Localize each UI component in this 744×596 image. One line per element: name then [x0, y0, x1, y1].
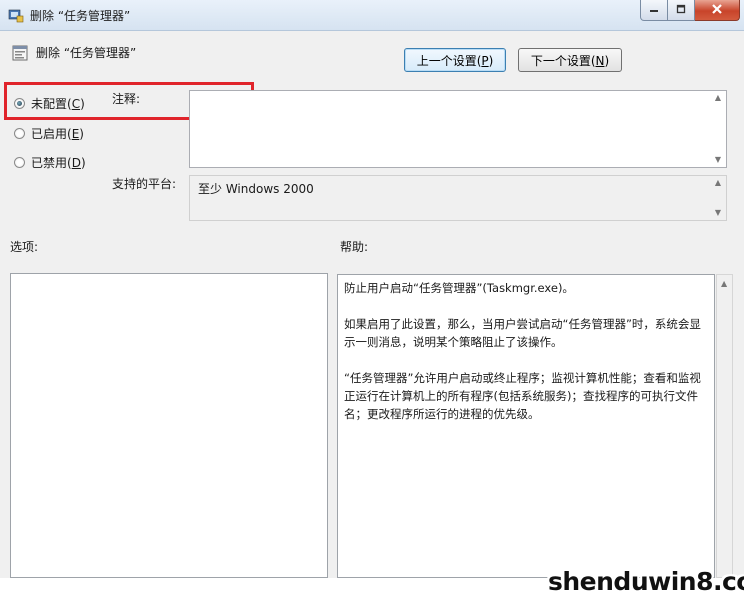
- radio-button[interactable]: [14, 128, 25, 139]
- watermark-text: shenduwin8.com: [548, 567, 744, 596]
- help-scrollbar[interactable]: ▲: [716, 274, 733, 578]
- app-icon: [8, 7, 24, 26]
- help-panel: 防止用户启动“任务管理器”(Taskmgr.exe)。 如果启用了此设置，那么，…: [337, 274, 715, 578]
- radio-label: 已禁用(D): [31, 156, 86, 170]
- radio-disabled[interactable]: 已禁用(D): [14, 154, 86, 171]
- help-label: 帮助:: [340, 240, 369, 254]
- minimize-icon: [649, 3, 659, 17]
- next-setting-label: 下一个设置(N): [530, 53, 610, 68]
- scroll-up-icon[interactable]: ▲: [721, 277, 727, 291]
- platform-scrollbar[interactable]: ▲ ▼: [710, 176, 726, 220]
- title-bar[interactable]: 删除 “任务管理器”: [0, 0, 744, 31]
- dialog-body: 删除 “任务管理器” 上一个设置(P) 下一个设置(N) 未配置(C) 已启用(…: [0, 31, 744, 596]
- comment-scrollbar[interactable]: ▲ ▼: [710, 91, 726, 167]
- setting-name: 删除 “任务管理器”: [36, 46, 137, 60]
- comment-field[interactable]: ▲ ▼: [189, 90, 727, 168]
- scroll-up-icon[interactable]: ▲: [715, 91, 721, 105]
- next-setting-button[interactable]: 下一个设置(N): [518, 48, 622, 72]
- close-button[interactable]: [695, 0, 740, 21]
- radio-button[interactable]: [14, 157, 25, 168]
- scroll-up-icon[interactable]: ▲: [715, 176, 721, 190]
- scroll-down-icon[interactable]: ▼: [715, 206, 721, 220]
- policy-setting-icon: [12, 45, 28, 64]
- maximize-icon: [676, 3, 686, 17]
- help-paragraph: 防止用户启动“任务管理器”(Taskmgr.exe)。: [344, 281, 574, 295]
- close-icon: [711, 3, 723, 17]
- window-title: 删除 “任务管理器”: [30, 9, 131, 23]
- previous-setting-button[interactable]: 上一个设置(P): [404, 48, 506, 72]
- radio-label: 已启用(E): [31, 127, 84, 141]
- options-panel: [10, 273, 328, 578]
- platform-value: 至少 Windows 2000: [198, 182, 314, 196]
- minimize-button[interactable]: [640, 0, 668, 21]
- help-paragraph: “任务管理器”允许用户启动或终止程序；监视计算机性能；查看和监视正运行在计算机上…: [344, 371, 701, 421]
- window-controls: [640, 0, 740, 21]
- options-label: 选项:: [10, 240, 39, 254]
- scroll-down-icon[interactable]: ▼: [715, 153, 721, 167]
- previous-setting-label: 上一个设置(P): [416, 53, 494, 68]
- comment-label: 注释:: [112, 92, 141, 106]
- platform-label: 支持的平台:: [112, 177, 177, 191]
- platform-field: 至少 Windows 2000 ▲ ▼: [189, 175, 727, 221]
- radio-enabled[interactable]: 已启用(E): [14, 125, 84, 142]
- maximize-button[interactable]: [668, 0, 695, 21]
- help-paragraph: 如果启用了此设置，那么，当用户尝试启动“任务管理器”时，系统会显示一则消息，说明…: [344, 317, 701, 349]
